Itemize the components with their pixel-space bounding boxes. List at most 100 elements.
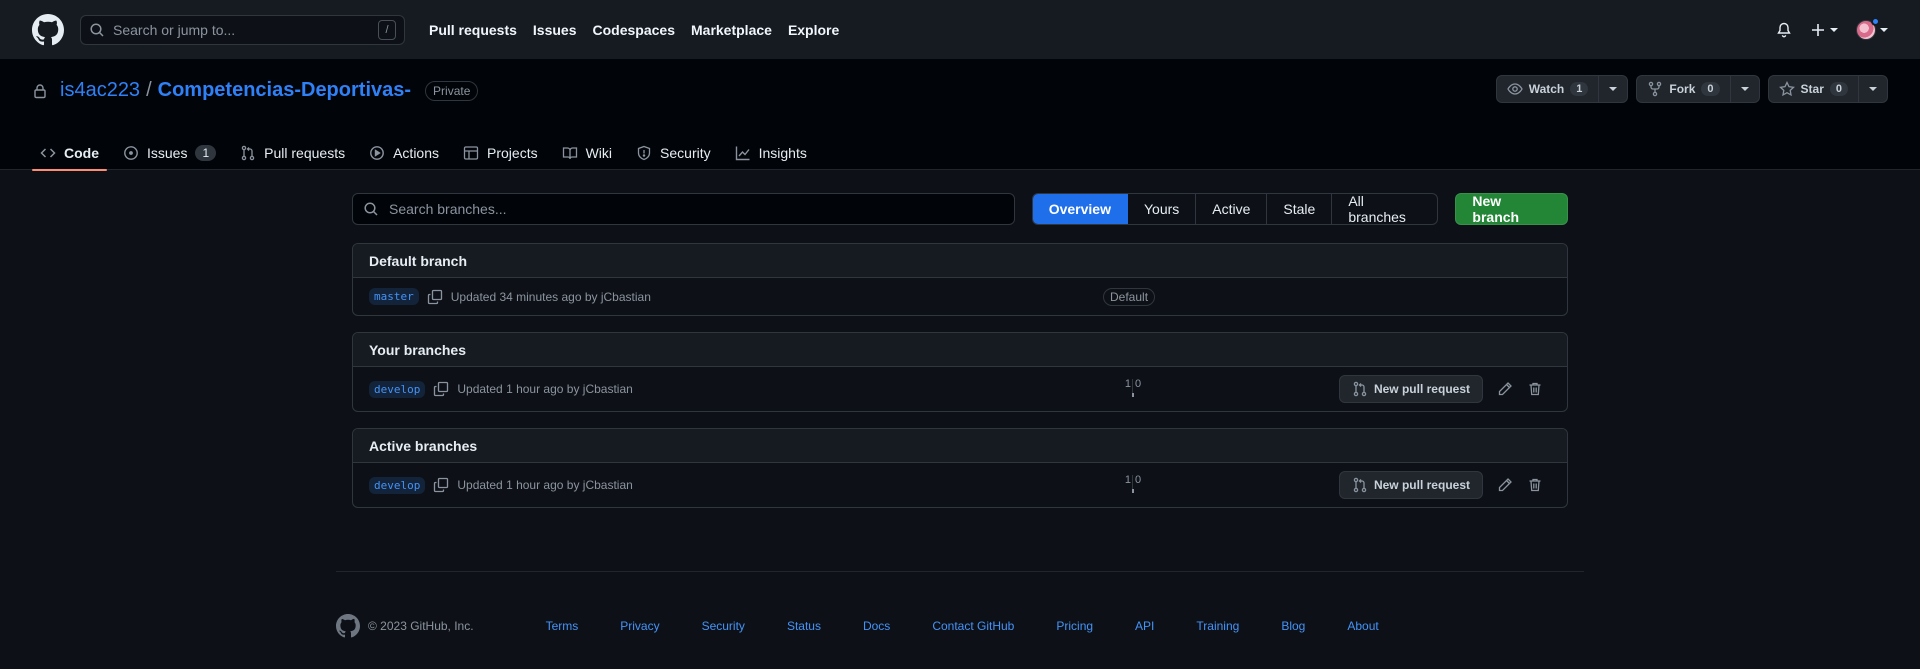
nav-issues[interactable]: Issues	[533, 22, 577, 38]
tab-projects[interactable]: Projects	[455, 135, 546, 170]
repo-title: is4ac223 / Competencias-Deportivas- Priv…	[32, 79, 479, 102]
nav-marketplace[interactable]: Marketplace	[691, 22, 772, 38]
pull-request-icon	[240, 145, 256, 161]
graph-icon	[735, 145, 751, 161]
new-pull-request-button[interactable]: New pull request	[1338, 471, 1483, 499]
star-count: 0	[1829, 82, 1848, 96]
active-branches-section: Active branches develop Updated 1 hour a…	[352, 428, 1568, 508]
branch-filter-tabs: Overview Yours Active Stale All branches	[1031, 193, 1439, 225]
fork-dropdown-button[interactable]	[1731, 76, 1759, 102]
nav-codespaces[interactable]: Codespaces	[593, 22, 675, 38]
tab-pull-requests[interactable]: Pull requests	[232, 135, 353, 170]
repo-actions: Watch 1 Fork 0 Star 0	[1495, 75, 1888, 103]
notification-dot	[1871, 16, 1880, 26]
pencil-icon[interactable]	[1497, 381, 1513, 397]
caret-down-icon	[1880, 26, 1888, 34]
branch-row: master Updated 34 minutes ago by jCbasti…	[353, 278, 1567, 315]
your-branches-section: Your branches develop Updated 1 hour ago…	[352, 332, 1568, 412]
footer-link-privacy[interactable]: Privacy	[620, 619, 659, 633]
caret-down-icon	[1869, 85, 1877, 93]
repo-name-link[interactable]: Competencias-Deportivas-	[158, 79, 411, 102]
footer-link-blog[interactable]: Blog	[1281, 619, 1305, 633]
tab-issues[interactable]: Issues 1	[115, 135, 224, 170]
star-dropdown-button[interactable]	[1859, 76, 1887, 102]
search-icon	[363, 201, 379, 217]
global-nav: Pull requests Issues Codespaces Marketpl…	[429, 22, 839, 38]
shield-icon	[636, 145, 652, 161]
watch-dropdown-button[interactable]	[1599, 76, 1627, 102]
footer-copyright: © 2023 GitHub, Inc.	[336, 614, 474, 638]
footer-link-training[interactable]: Training	[1196, 619, 1239, 633]
branches-content: Search branches... Overview Yours Active…	[352, 193, 1568, 508]
branches-toolbar: Search branches... Overview Yours Active…	[352, 193, 1568, 225]
nav-explore[interactable]: Explore	[788, 22, 839, 38]
tab-actions[interactable]: Actions	[361, 135, 447, 170]
footer-link-api[interactable]: API	[1135, 619, 1154, 633]
filter-stale[interactable]: Stale	[1267, 194, 1333, 224]
nav-pull-requests[interactable]: Pull requests	[429, 22, 517, 38]
tab-label: Security	[660, 144, 711, 161]
footer-links: Terms Privacy Security Status Docs Conta…	[546, 619, 1421, 633]
star-button-group: Star 0	[1767, 75, 1888, 103]
branch-search-input[interactable]: Search branches...	[352, 193, 1015, 225]
repo-owner-link[interactable]: is4ac223	[60, 79, 140, 102]
watch-button[interactable]: Watch 1	[1497, 76, 1600, 102]
default-branch-section: Default branch master Updated 34 minutes…	[352, 243, 1568, 316]
new-branch-button[interactable]: New branch	[1455, 193, 1568, 225]
bell-icon[interactable]	[1776, 22, 1792, 38]
branch-name-link[interactable]: master	[369, 288, 419, 305]
caret-down-icon	[1609, 85, 1618, 93]
user-menu[interactable]	[1856, 16, 1888, 40]
search-icon	[89, 22, 105, 38]
github-logo-icon[interactable]	[32, 13, 64, 46]
footer-link-status[interactable]: Status	[787, 619, 821, 633]
copy-icon[interactable]	[433, 381, 449, 397]
pencil-icon[interactable]	[1497, 477, 1513, 493]
trash-icon[interactable]	[1527, 477, 1543, 493]
global-search-placeholder: Search or jump to...	[113, 21, 236, 38]
footer-link-terms[interactable]: Terms	[546, 619, 579, 633]
create-new-menu[interactable]	[1810, 22, 1838, 38]
new-pull-request-button[interactable]: New pull request	[1338, 375, 1483, 403]
star-icon	[1778, 81, 1795, 97]
branch-name-link[interactable]: develop	[369, 476, 426, 494]
github-mark-icon[interactable]	[336, 614, 360, 638]
copy-icon[interactable]	[427, 289, 443, 305]
ahead-count: 0	[1135, 378, 1142, 390]
tab-security[interactable]: Security	[628, 135, 719, 170]
tab-code[interactable]: Code	[32, 135, 107, 171]
footer-link-about[interactable]: About	[1347, 619, 1378, 633]
footer-link-pricing[interactable]: Pricing	[1056, 619, 1093, 633]
tab-wiki[interactable]: Wiki	[554, 135, 620, 170]
filter-active[interactable]: Active	[1196, 194, 1268, 224]
code-icon	[40, 145, 56, 161]
section-title: Default branch	[353, 244, 1567, 278]
filter-overview[interactable]: Overview	[1032, 194, 1128, 224]
repo-path-separator: /	[146, 79, 152, 101]
ahead-behind-divider	[1132, 379, 1133, 393]
footer-link-docs[interactable]: Docs	[863, 619, 890, 633]
pull-request-icon	[1352, 381, 1368, 397]
new-pull-request-label: New pull request	[1373, 478, 1470, 492]
filter-all-branches[interactable]: All branches	[1332, 194, 1437, 224]
table-icon	[463, 145, 479, 161]
trash-icon[interactable]	[1527, 381, 1543, 397]
fork-button[interactable]: Fork 0	[1637, 76, 1731, 102]
branch-row: develop Updated 1 hour ago by jCbastian …	[353, 367, 1567, 411]
header-right-actions	[1776, 0, 1888, 59]
tab-label: Issues	[147, 144, 188, 161]
branch-updated-text: Updated 34 minutes ago by jCbastian	[450, 289, 651, 304]
tab-insights[interactable]: Insights	[727, 135, 815, 170]
copy-icon[interactable]	[433, 477, 449, 493]
global-search-input[interactable]: Search or jump to... /	[80, 14, 405, 45]
branch-name-link[interactable]: develop	[369, 380, 426, 398]
issues-count: 1	[195, 144, 217, 161]
tab-label: Projects	[487, 144, 538, 161]
visibility-badge: Private	[425, 80, 479, 101]
star-button[interactable]: Star 0	[1769, 76, 1859, 102]
fork-count: 0	[1701, 82, 1720, 96]
play-icon	[369, 145, 385, 161]
footer-link-contact[interactable]: Contact GitHub	[932, 619, 1014, 633]
filter-yours[interactable]: Yours	[1128, 194, 1197, 224]
footer-link-security[interactable]: Security	[702, 619, 745, 633]
